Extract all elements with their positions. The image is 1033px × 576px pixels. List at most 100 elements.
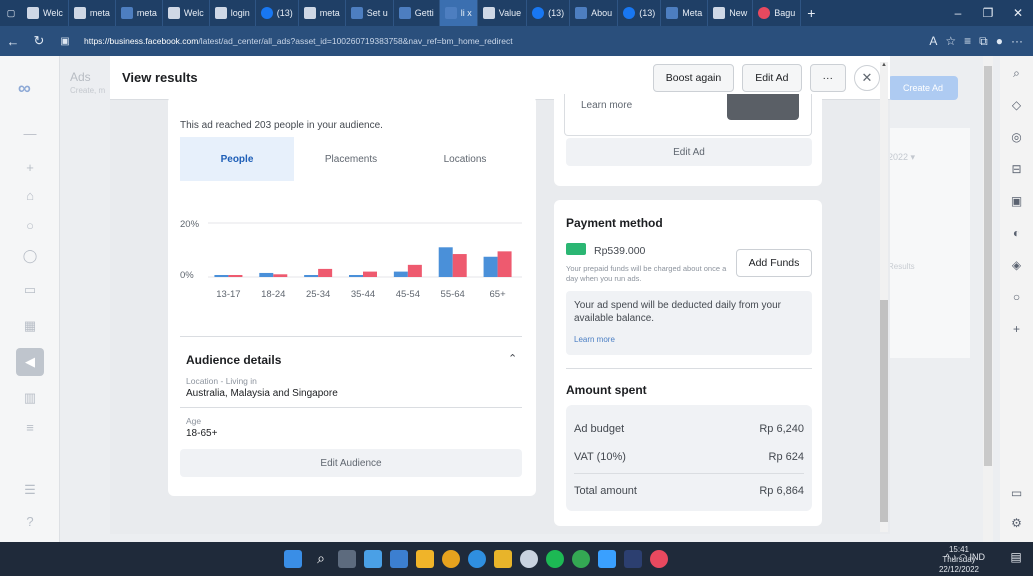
favorite-star-icon[interactable]: ☆	[945, 34, 956, 49]
facebook-icon	[623, 7, 636, 19]
read-aloud-icon[interactable]: A	[929, 34, 937, 49]
browser-tab[interactable]: Getti	[394, 0, 440, 26]
sidebar-settings-icon[interactable]: ⚙	[1000, 516, 1033, 530]
home-icon[interactable]: ⌂	[22, 188, 38, 204]
favorites-icon[interactable]: ≡	[964, 34, 971, 49]
tab-locations[interactable]: Locations	[408, 137, 522, 181]
browser-tab[interactable]: meta	[116, 0, 163, 26]
page-scrollbar[interactable]	[983, 56, 993, 542]
meta-icon	[444, 7, 457, 19]
browser-tab[interactable]: meta	[69, 0, 116, 26]
search-icon[interactable]: ⌕	[1000, 66, 1033, 81]
browser-tab[interactable]: Welc	[163, 0, 210, 26]
page-scroll-thumb[interactable]	[984, 66, 992, 466]
notifications-icon[interactable]: ○	[22, 218, 38, 234]
help-icon[interactable]: ?	[22, 514, 38, 530]
edge-icon[interactable]	[468, 550, 486, 568]
browser-tab[interactable]: login	[210, 0, 256, 26]
browser-tab-active[interactable]: li x	[439, 0, 478, 26]
maps-icon[interactable]	[442, 550, 460, 568]
create-ad-button[interactable]: Create Ad	[888, 76, 958, 100]
insights-icon[interactable]: ▥	[22, 390, 38, 406]
chrome-icon[interactable]	[572, 550, 590, 568]
briefcase-icon[interactable]: ⊟	[1000, 162, 1033, 176]
browser-tab[interactable]: meta	[299, 0, 346, 26]
window-menu-icon[interactable]: ▢	[0, 0, 22, 26]
games-icon[interactable]: ◈	[1000, 258, 1033, 272]
edit-ad-secondary-button[interactable]: Edit Ad	[566, 138, 812, 166]
store-icon[interactable]	[390, 550, 408, 568]
back-icon[interactable]: ←	[0, 34, 26, 49]
collections-icon[interactable]: ⧉	[979, 34, 988, 49]
location-label: Location - Living in	[186, 376, 257, 386]
browser-tab[interactable]: (13)	[256, 0, 299, 26]
browser-tab[interactable]: (13)	[618, 0, 662, 26]
task-view-icon[interactable]	[338, 550, 356, 568]
learn-more-link[interactable]: Learn more	[581, 100, 632, 111]
browser-tab[interactable]: Bagu	[753, 0, 802, 26]
drop-icon[interactable]: ○	[1000, 290, 1033, 304]
scroll-thumb[interactable]	[880, 300, 888, 522]
office-icon[interactable]: ▣	[1000, 194, 1033, 208]
learn-more-link[interactable]: Learn more	[574, 335, 615, 344]
outlook-icon[interactable]: ◐	[1000, 226, 1033, 240]
new-tab-icon[interactable]: +	[801, 5, 821, 21]
widgets-icon[interactable]	[364, 550, 382, 568]
view-results-modal: View results Boost again Edit Ad ··· ✕ T…	[110, 56, 890, 534]
edit-ad-button[interactable]: Edit Ad	[742, 63, 802, 92]
refresh-icon[interactable]: ↻	[26, 33, 52, 49]
all-tools-icon[interactable]: ≡	[22, 420, 38, 436]
planner-icon[interactable]: ▦	[22, 318, 38, 334]
screenshot-icon[interactable]: ▭	[1000, 486, 1033, 500]
browser-tab[interactable]: Abou	[570, 0, 619, 26]
activity-icon[interactable]: ◯	[22, 248, 38, 264]
clock-time: 15:41	[948, 545, 970, 554]
tools-icon[interactable]: ◎	[1000, 130, 1033, 144]
x-tick-label: 13-17	[216, 289, 240, 300]
clock[interactable]: 15:41 Thursday 22/12/2022	[929, 545, 989, 575]
more-options-button[interactable]: ···	[809, 63, 846, 92]
browser-tab[interactable]: Welc	[22, 0, 69, 26]
chevron-up-icon[interactable]: ⌃	[508, 352, 517, 365]
record-app-icon[interactable]	[650, 550, 668, 568]
search-icon[interactable]: ⌕	[312, 550, 330, 568]
file-explorer-icon[interactable]	[416, 550, 434, 568]
audience-details-title: Audience details	[186, 353, 282, 367]
modal-scrollbar[interactable]: ▲	[880, 62, 888, 532]
bar-series-b	[497, 251, 512, 277]
restore-icon[interactable]: ❐	[973, 6, 1003, 20]
spotify-icon[interactable]	[546, 550, 564, 568]
ads-icon[interactable]: ◀	[16, 348, 44, 376]
close-icon[interactable]: ✕	[854, 64, 880, 91]
close-window-icon[interactable]: ✕	[1003, 6, 1033, 20]
windows-start-icon[interactable]	[284, 550, 302, 568]
menu-icon[interactable]: —	[22, 126, 38, 142]
browser-tab[interactable]: Meta	[661, 0, 709, 26]
notification-icon[interactable]: ▤	[1007, 550, 1025, 568]
create-icon[interactable]: +	[22, 160, 38, 176]
add-sidebar-icon[interactable]: +	[1000, 322, 1033, 336]
boost-again-button[interactable]: Boost again	[652, 63, 735, 92]
tag-icon[interactable]: ◇	[1000, 98, 1033, 112]
browser-tab[interactable]: (13)	[527, 0, 571, 26]
browser-tab[interactable]: New	[708, 0, 754, 26]
tab-people[interactable]: People	[180, 137, 294, 181]
photoshop-icon[interactable]	[624, 550, 642, 568]
browser-tab[interactable]: Set u	[346, 0, 394, 26]
notes-icon[interactable]	[494, 550, 512, 568]
browser-tab[interactable]: Value	[478, 0, 528, 26]
messaging-icon[interactable]	[598, 550, 616, 568]
profile-icon[interactable]: ●	[996, 34, 1003, 49]
settings-app-icon[interactable]	[520, 550, 538, 568]
edit-audience-button[interactable]: Edit Audience	[180, 449, 522, 477]
more-menu-icon[interactable]: ···	[1011, 34, 1023, 49]
tab-placements[interactable]: Placements	[294, 137, 408, 181]
inbox-icon[interactable]: ▭	[22, 282, 38, 298]
date-range-selector[interactable]: 2022 ▾	[888, 152, 915, 163]
scroll-up-icon[interactable]: ▲	[880, 62, 888, 68]
url-field[interactable]: https://business.facebook.com/latest/ad_…	[84, 30, 923, 52]
prepaid-note: Your prepaid funds will be charged about…	[566, 264, 727, 283]
add-funds-button[interactable]: Add Funds	[736, 249, 812, 277]
minimize-icon[interactable]: –	[943, 6, 973, 20]
settings-icon[interactable]: ☰	[22, 482, 38, 498]
